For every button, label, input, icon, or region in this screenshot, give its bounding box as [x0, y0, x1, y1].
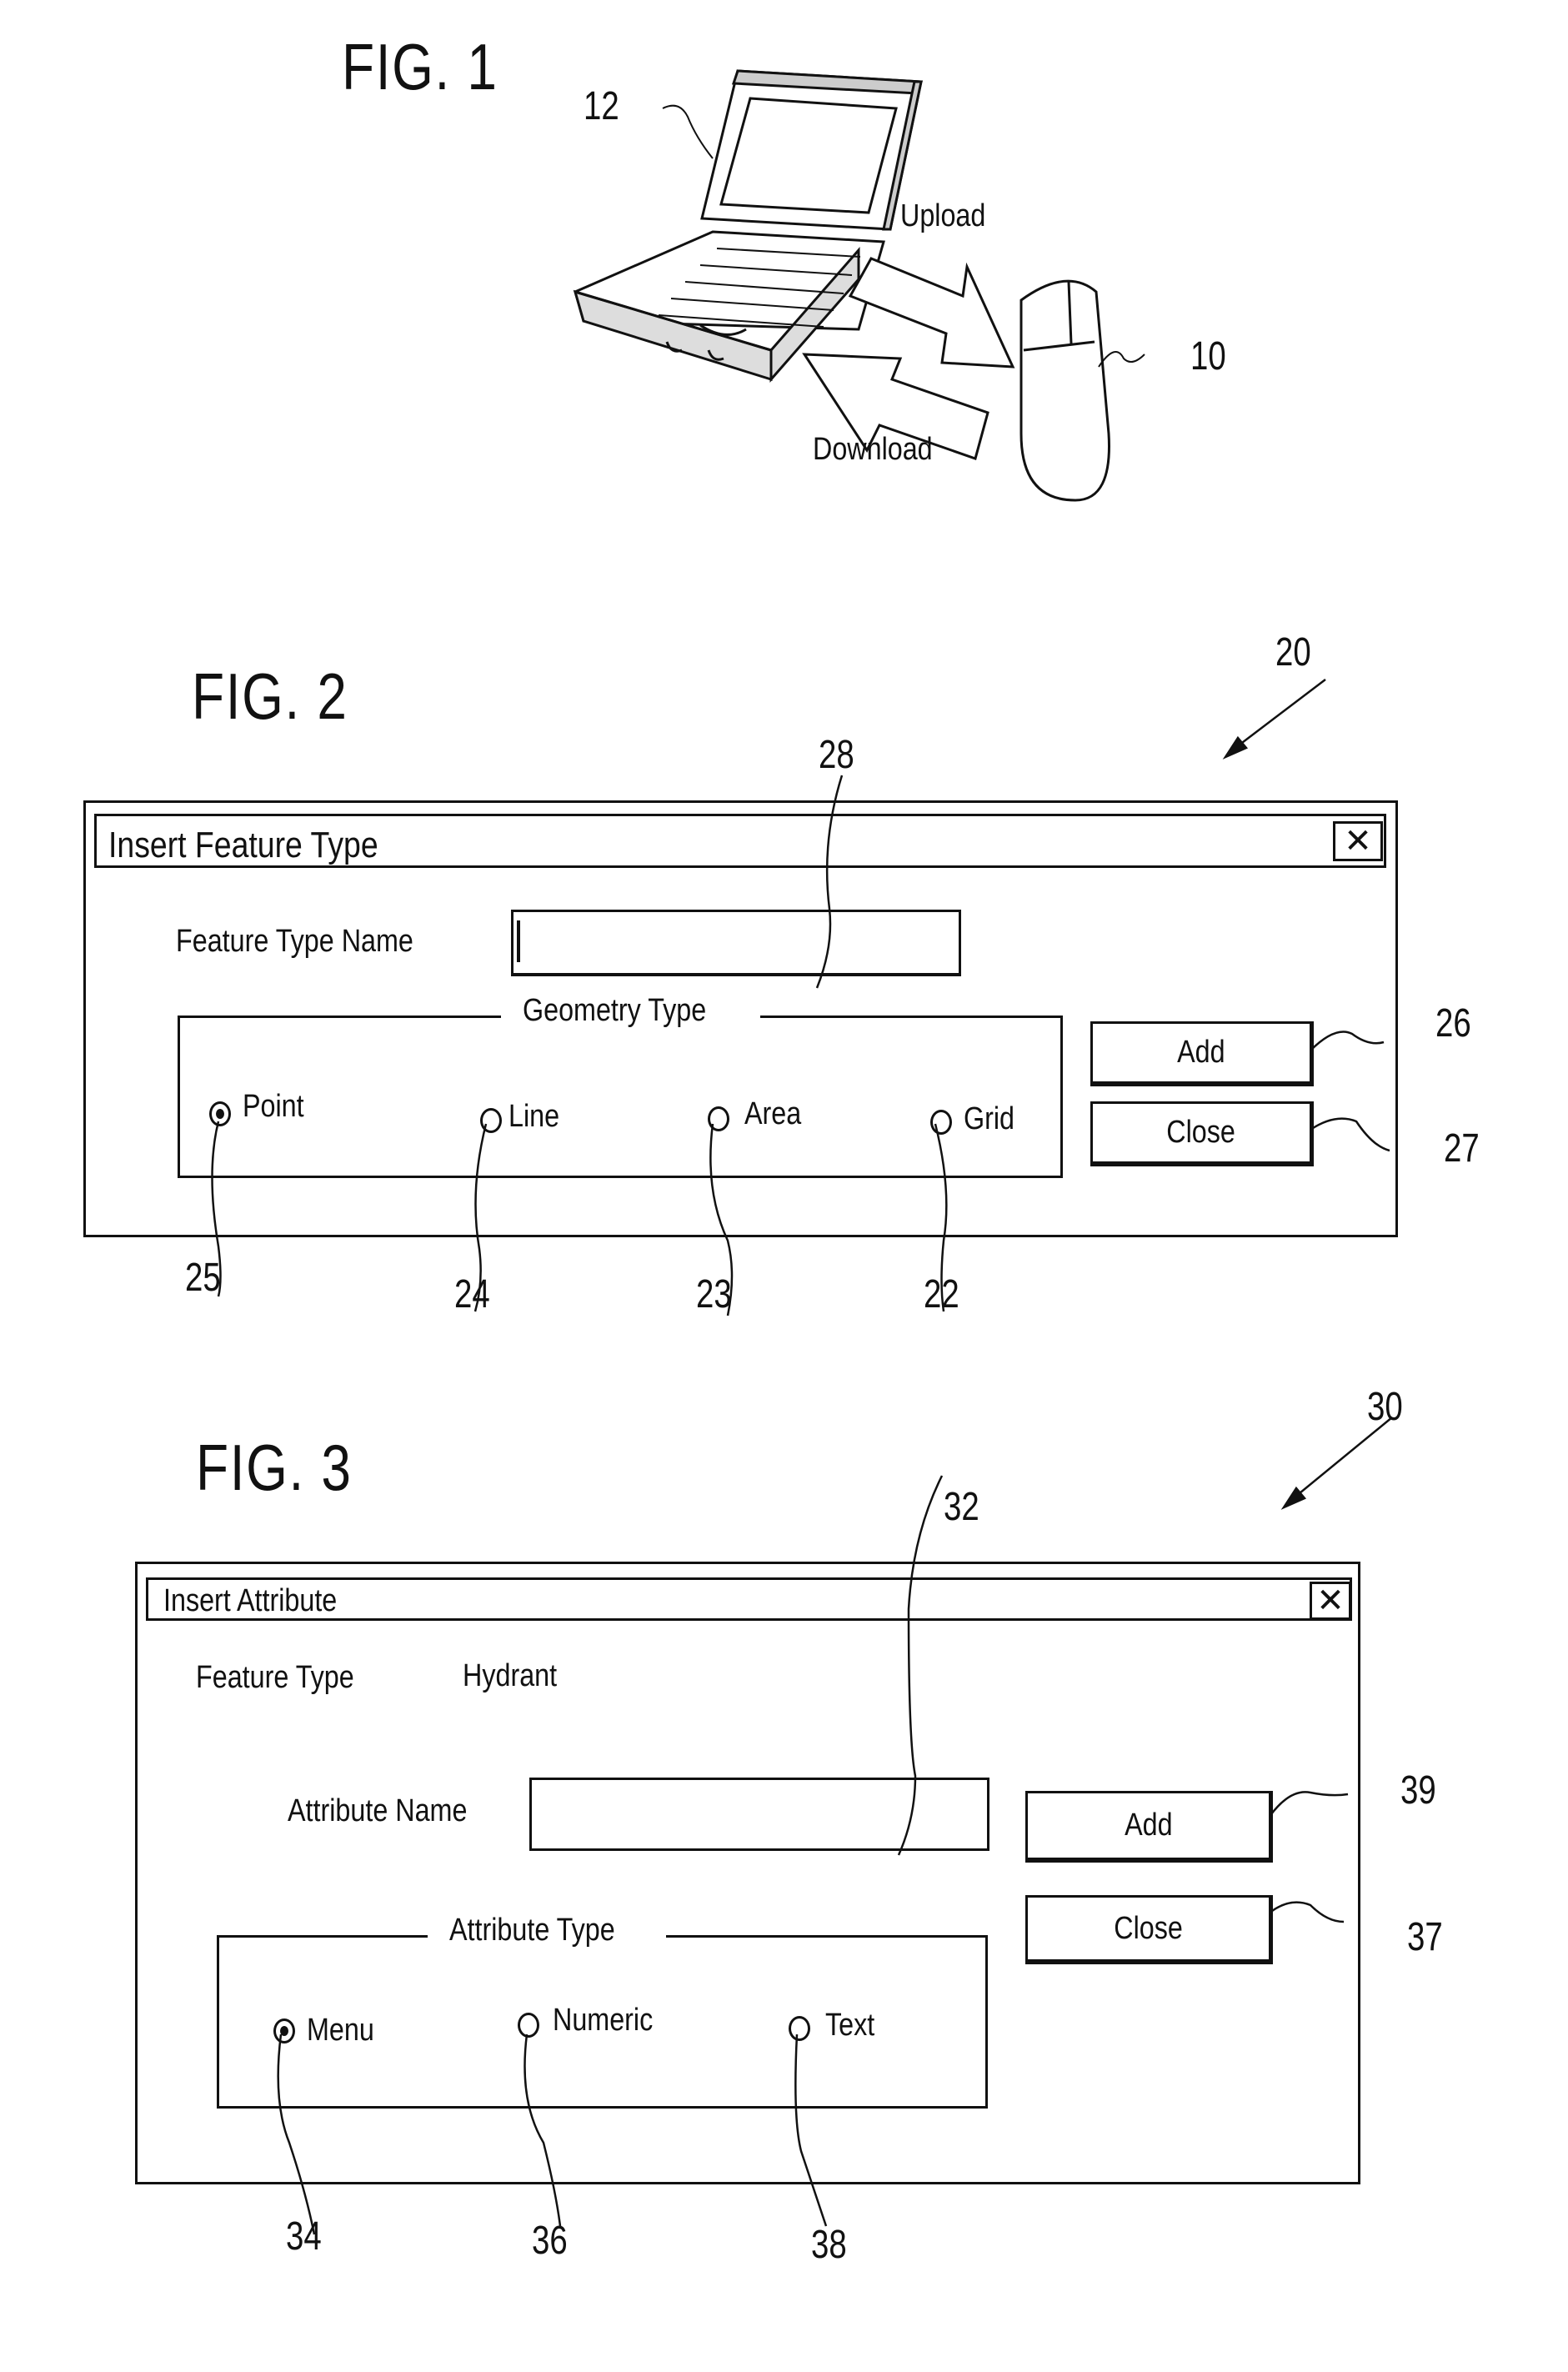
close-button[interactable]: Close: [1090, 1101, 1314, 1166]
close-icon[interactable]: ✕: [1310, 1582, 1351, 1620]
radio-numeric[interactable]: Numeric: [518, 2003, 670, 2039]
leader-10: [1098, 351, 1145, 368]
ref-26: 26: [1435, 1001, 1471, 1046]
download-label: Download: [813, 432, 933, 467]
ref-25: 25: [185, 1256, 221, 1300]
text-cursor: [517, 920, 520, 962]
ref-20: 20: [1275, 630, 1311, 674]
close-icon[interactable]: ✕: [1333, 821, 1383, 861]
upload-arrow-icon: [848, 257, 1015, 369]
attribute-name-input[interactable]: [529, 1778, 989, 1851]
ref-36: 36: [532, 2219, 568, 2263]
upload-label: Upload: [900, 198, 986, 233]
ref-27: 27: [1444, 1126, 1480, 1171]
feature-type-value: Hydrant: [463, 1658, 558, 1693]
radio-grid[interactable]: Grid: [930, 1101, 1024, 1137]
radio-point[interactable]: Point: [209, 1089, 315, 1126]
radio-empty-icon: [930, 1109, 952, 1135]
ref-34: 34: [286, 2214, 322, 2259]
dialog-titlebar: Insert Attribute ✕: [146, 1577, 1352, 1621]
radio-selected-icon: [273, 2018, 295, 2044]
mouse-icon: [1019, 279, 1110, 502]
ref-38: 38: [811, 2223, 847, 2267]
radio-selected-icon: [209, 1101, 231, 1126]
radio-empty-icon: [708, 1106, 729, 1131]
ref-28: 28: [819, 733, 854, 777]
attribute-type-group: Attribute Type Menu Numeric Text: [217, 1913, 988, 2109]
radio-empty-icon: [789, 2015, 810, 2041]
fig3-title: FIG. 3: [196, 1431, 353, 1504]
attribute-type-legend: Attribute Type: [428, 1913, 666, 1948]
ref-37: 37: [1407, 1915, 1443, 1959]
dialog-title: Insert Attribute: [163, 1583, 338, 1618]
radio-menu[interactable]: Menu: [273, 2013, 386, 2049]
fig1-illustration: [573, 69, 1145, 502]
add-button[interactable]: Add: [1025, 1791, 1273, 1863]
radio-empty-icon: [518, 2012, 539, 2038]
radio-area[interactable]: Area: [708, 1096, 811, 1132]
dialog-title: Insert Feature Type: [108, 825, 378, 865]
ref-32: 32: [944, 1485, 979, 1529]
geometry-type-group: Geometry Type Point Line Area Grid: [178, 993, 1063, 1178]
leader-12: [662, 104, 714, 159]
ref-30: 30: [1367, 1385, 1403, 1429]
feature-type-name-label: Feature Type Name: [176, 924, 413, 959]
close-button[interactable]: Close: [1025, 1895, 1273, 1964]
ref-24: 24: [454, 1272, 490, 1316]
attribute-name-label: Attribute Name: [288, 1793, 468, 1828]
feature-type-label: Feature Type: [196, 1660, 354, 1695]
ref-23: 23: [696, 1272, 732, 1316]
laptop-icon: [573, 69, 924, 383]
dialog-titlebar: Insert Feature Type ✕: [94, 814, 1386, 868]
geometry-type-legend: Geometry Type: [501, 993, 761, 1029]
radio-text[interactable]: Text: [789, 2008, 884, 2044]
add-button[interactable]: Add: [1090, 1021, 1314, 1086]
radio-line[interactable]: Line: [480, 1099, 569, 1135]
ref-10: 10: [1190, 334, 1226, 379]
ref-22: 22: [924, 1272, 959, 1316]
insert-feature-type-dialog: Insert Feature Type ✕ Feature Type Name …: [83, 800, 1398, 1237]
ref-39: 39: [1400, 1768, 1436, 1813]
ref-12: 12: [584, 84, 619, 128]
fig2-title: FIG. 2: [192, 659, 348, 733]
insert-attribute-dialog: Insert Attribute ✕ Feature Type Hydrant …: [135, 1562, 1360, 2184]
feature-type-name-input[interactable]: [511, 910, 961, 976]
radio-empty-icon: [480, 1107, 502, 1133]
